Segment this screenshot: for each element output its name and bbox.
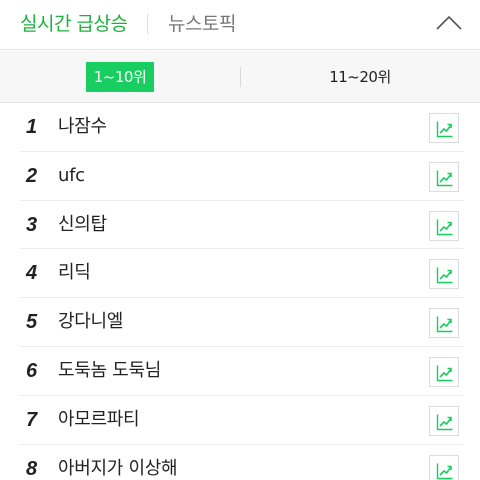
tab-rank-11-20[interactable]: 11~20위 (310, 62, 410, 92)
realtime-trending-tab[interactable]: 실시간 급상승 (20, 10, 128, 38)
trending-list: 1 나잠수 2 ufc 3 신의탑 4 리딕 5 강다니엘 6 도둑놈 도둑님 … (0, 103, 480, 480)
trending-term[interactable]: 아버지가 이상해 (58, 445, 178, 480)
collapse-button[interactable] (434, 12, 464, 34)
rank-number: 8 (26, 457, 38, 480)
rank-number: 4 (26, 262, 38, 285)
rank-number: 3 (26, 213, 38, 236)
trending-term[interactable]: 아모르파티 (58, 396, 140, 444)
tab-divider (147, 14, 148, 34)
rank-number: 6 (26, 359, 38, 382)
news-topic-tab[interactable]: 뉴스토픽 (168, 10, 236, 38)
rank-number: 5 (26, 311, 38, 334)
list-item: 2 ufc (0, 152, 480, 201)
list-item: 3 신의탑 (0, 201, 480, 250)
list-item: 4 리딕 (0, 249, 480, 298)
rank-number: 2 (26, 164, 38, 187)
trend-chart-icon (436, 170, 453, 186)
rank-range-tabs: 1~10위 11~20위 (0, 51, 480, 103)
trend-chart-button[interactable] (429, 405, 459, 436)
trend-chart-button[interactable] (429, 356, 459, 387)
trend-chart-icon (436, 316, 453, 333)
trending-term[interactable]: 도둑놈 도둑님 (58, 347, 161, 395)
trend-chart-button[interactable] (429, 210, 459, 241)
trend-chart-icon (436, 365, 453, 382)
trending-term[interactable]: 강다니엘 (58, 298, 123, 346)
trending-term[interactable]: ufc (58, 152, 85, 200)
list-item: 1 나잠수 (0, 103, 480, 152)
rank-number: 1 (26, 116, 38, 138)
trend-chart-button[interactable] (429, 259, 459, 290)
chevron-up-icon (436, 15, 462, 30)
range-divider (240, 67, 241, 87)
trend-chart-icon (436, 121, 453, 138)
trend-chart-icon (436, 219, 453, 235)
list-item: 6 도둑놈 도둑님 (0, 347, 480, 396)
trend-chart-button[interactable] (429, 308, 459, 339)
trend-chart-button[interactable] (429, 113, 459, 143)
trend-chart-button[interactable] (429, 161, 459, 192)
trend-chart-icon (436, 267, 453, 284)
list-item: 5 강다니엘 (0, 298, 480, 347)
trending-term[interactable]: 신의탑 (58, 201, 107, 249)
rank-number: 7 (26, 408, 38, 431)
trend-chart-button[interactable] (429, 454, 459, 480)
trend-chart-icon (436, 414, 453, 430)
list-item: 7 아모르파티 (0, 396, 480, 445)
trend-chart-icon (436, 463, 453, 479)
trending-term[interactable]: 나잠수 (58, 103, 107, 151)
list-item: 8 아버지가 이상해 (0, 445, 480, 480)
trending-term[interactable]: 리딕 (58, 249, 91, 297)
header: 실시간 급상승 뉴스토픽 (0, 0, 480, 50)
tab-rank-1-10[interactable]: 1~10위 (86, 62, 154, 92)
